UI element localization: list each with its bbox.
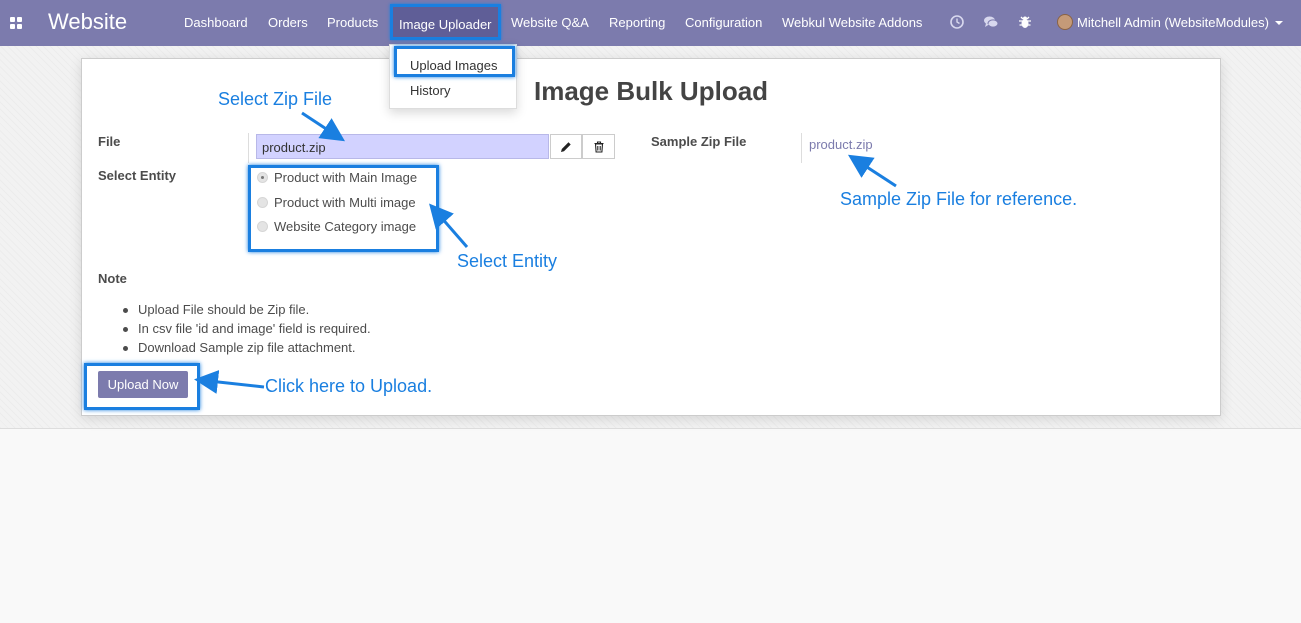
file-input[interactable]: product.zip [256, 134, 549, 159]
field-divider [801, 133, 802, 163]
list-item: Download Sample zip file attachment. [123, 340, 371, 359]
select-entity-label: Select Entity [98, 168, 177, 183]
menu-reporting[interactable]: Reporting [609, 15, 665, 30]
user-menu[interactable]: Mitchell Admin (WebsiteModules) [1057, 14, 1283, 30]
highlight-select-entity [248, 165, 439, 252]
menu-website-qa[interactable]: Website Q&A [511, 15, 589, 30]
note-list: Upload File should be Zip file. In csv f… [123, 302, 371, 359]
annotation-click-upload: Click here to Upload. [265, 376, 433, 396]
top-navbar: Website Dashboard Orders Products Image … [0, 0, 1301, 46]
dropdown-history[interactable]: History [410, 83, 450, 98]
highlight-upload-images [394, 46, 515, 77]
brand-title[interactable]: Website [48, 9, 127, 35]
delete-file-button[interactable] [582, 134, 615, 159]
menu-dashboard[interactable]: Dashboard [184, 15, 248, 30]
sample-zip-link[interactable]: product.zip [809, 137, 873, 152]
page-title: Image Bulk Upload [534, 76, 769, 106]
annotation-sample-ref: Sample Zip File for reference. [840, 189, 1078, 209]
menu-orders[interactable]: Orders [268, 15, 308, 30]
annotation-select-zip: Select Zip File [218, 89, 333, 109]
caret-down-icon [1274, 21, 1283, 25]
edit-file-button[interactable] [550, 134, 582, 159]
list-item: Upload File should be Zip file. [123, 302, 371, 321]
apps-icon[interactable] [10, 17, 22, 29]
avatar [1057, 14, 1073, 30]
highlight-upload-button [84, 363, 200, 410]
field-divider [248, 133, 249, 163]
chat-icon[interactable] [983, 14, 999, 30]
bug-icon[interactable] [1017, 14, 1033, 30]
clock-icon[interactable] [949, 14, 965, 30]
sample-zip-label: Sample Zip File [651, 134, 747, 149]
menu-configuration[interactable]: Configuration [685, 15, 762, 30]
list-item: In csv file 'id and image' field is requ… [123, 321, 371, 340]
file-label: File [98, 134, 121, 149]
trash-icon [594, 140, 603, 153]
menu-image-uploader[interactable]: Image Uploader [390, 4, 501, 40]
note-label: Note [98, 271, 127, 286]
annotation-select-entity: Select Entity [457, 251, 558, 271]
menu-webkul-addons[interactable]: Webkul Website Addons [782, 15, 922, 30]
user-name: Mitchell Admin (WebsiteModules) [1077, 15, 1269, 30]
menu-products[interactable]: Products [327, 15, 378, 30]
pencil-icon [561, 141, 571, 152]
